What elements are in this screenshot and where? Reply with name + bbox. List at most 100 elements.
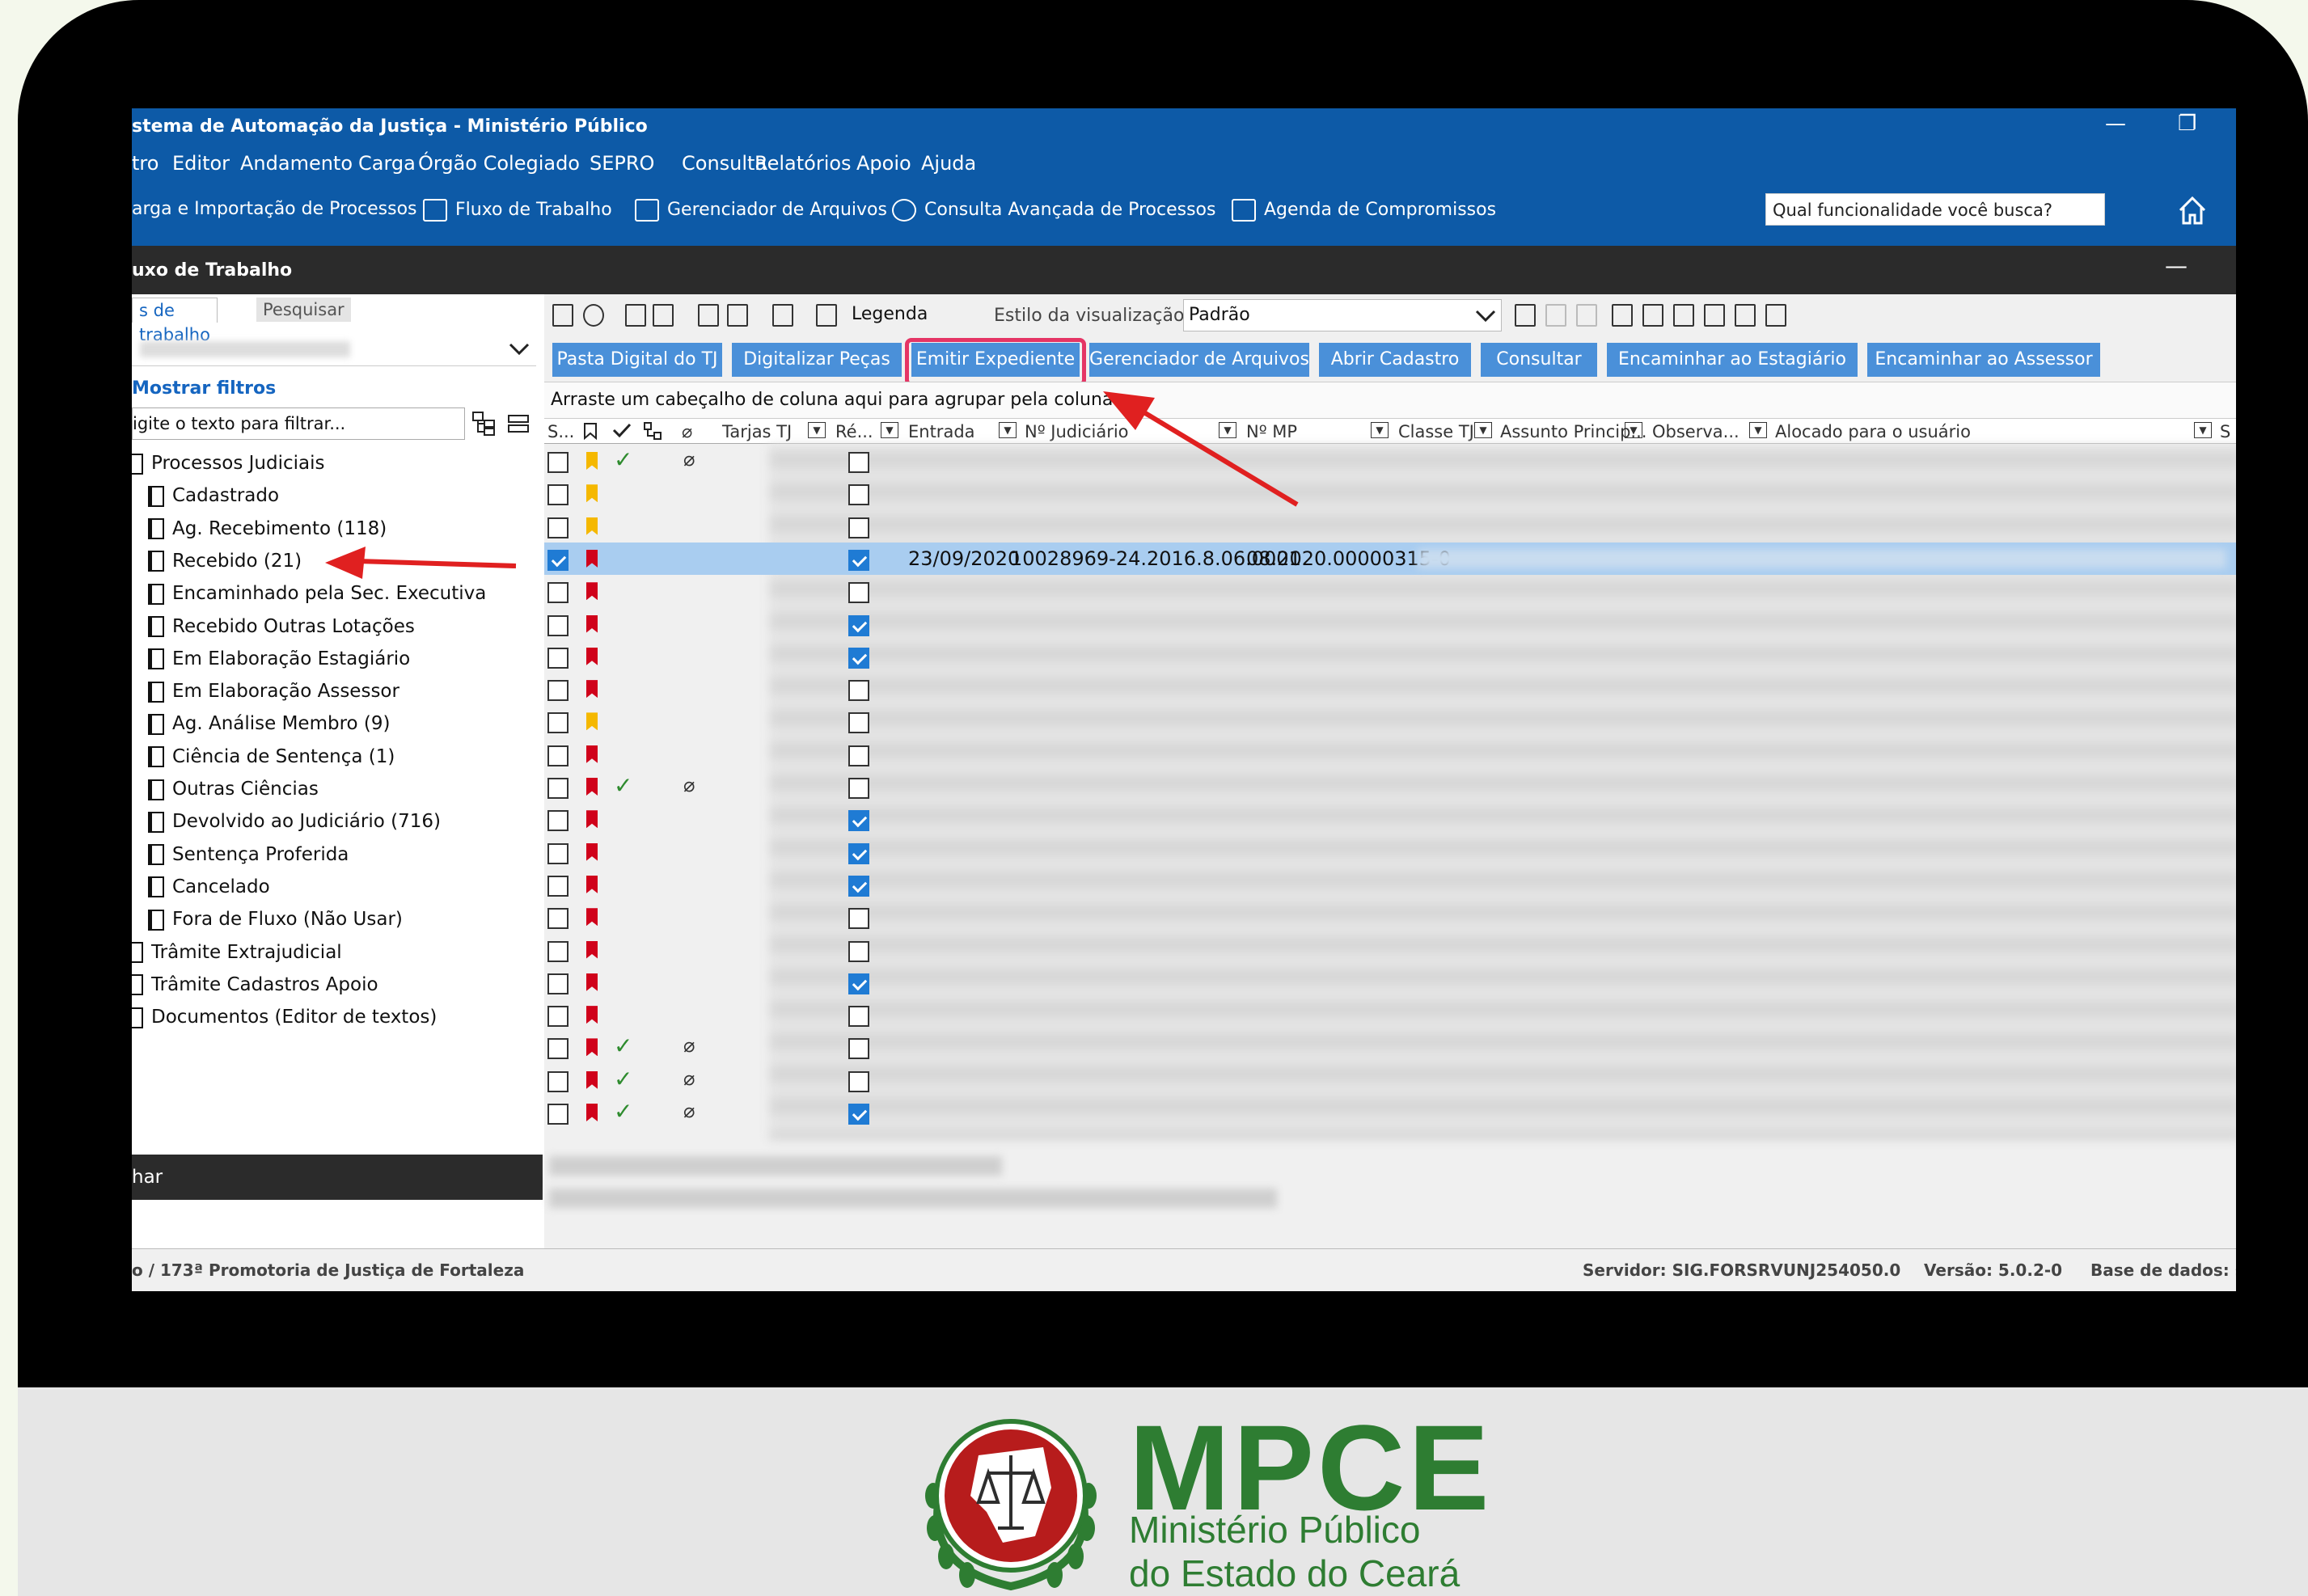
toolbar-import[interactable]: arga e Importação de Processos [132,199,417,219]
received-checkbox[interactable] [848,973,869,994]
table-row[interactable] [544,901,2236,933]
tree-column-icon[interactable] [643,421,662,441]
row-select-checkbox[interactable] [547,973,569,994]
received-checkbox[interactable] [848,614,869,636]
row-select-checkbox[interactable] [547,875,569,897]
received-checkbox[interactable] [848,549,869,571]
tree-item[interactable]: Recebido (21) [148,551,302,572]
col-re[interactable]: Ré... [835,422,873,441]
received-checkbox[interactable] [848,908,869,930]
tree-item[interactable]: Documentos (Editor de textos) [132,1007,437,1028]
table-row[interactable]: ✓ ⌀ [544,1096,2236,1129]
table-row[interactable]: ✓ ⌀ [544,771,2236,803]
row-select-checkbox[interactable] [547,712,569,734]
row-select-checkbox[interactable] [547,1006,569,1028]
legend-icon[interactable] [816,304,837,327]
menu-item-5[interactable]: SEPRO [590,152,654,175]
col-mp-dropdown[interactable]: ▼ [1371,422,1389,438]
save-view-icon[interactable] [1515,304,1536,327]
tree-item[interactable]: Em Elaboração Assessor [148,681,399,703]
view-style-select[interactable]: Padrão [1183,299,1502,331]
attachment-icon[interactable]: ⌀ [683,448,695,471]
row-select-checkbox[interactable] [547,484,569,506]
restore-button[interactable]: ❐ [2178,112,2196,136]
received-checkbox[interactable] [848,517,869,538]
col-tarjas-dropdown[interactable]: ▼ [808,422,826,438]
home-icon[interactable] [2178,194,2207,226]
row-select-checkbox[interactable] [547,452,569,473]
col-s2[interactable]: S [2220,422,2230,441]
col-re-dropdown[interactable]: ▼ [881,422,898,438]
table-row[interactable] [544,477,2236,509]
collapse-rows-icon[interactable] [1735,304,1756,327]
received-checkbox[interactable] [848,647,869,669]
forward-intern-button[interactable]: Encaminhar ao Estagiário [1607,343,1858,377]
received-checkbox[interactable] [848,778,869,799]
received-checkbox[interactable] [848,842,869,864]
table-row[interactable] [544,934,2236,966]
row-select-checkbox[interactable] [547,778,569,799]
digital-folder-button[interactable]: Pasta Digital do TJ [552,343,722,377]
table-row[interactable] [544,640,2236,673]
check-column-icon[interactable] [612,422,632,438]
row-select-checkbox[interactable] [547,517,569,538]
tree-item[interactable]: Trâmite Cadastros Apoio [132,974,378,996]
col-assunto-dropdown[interactable]: ▼ [1625,422,1642,438]
received-checkbox[interactable] [848,1104,869,1125]
tree-item[interactable]: Sentença Proferida [148,844,349,866]
table-row[interactable] [544,608,2236,640]
received-checkbox[interactable] [848,745,869,766]
tab-search[interactable]: Pesquisar [256,298,351,322]
table-row[interactable] [544,803,2236,835]
row-select-checkbox[interactable] [547,810,569,832]
expand-tree-icon[interactable] [471,411,497,437]
new-icon[interactable] [552,304,573,327]
export-icon[interactable] [772,304,793,327]
col-classe[interactable]: Classe TJ [1398,422,1474,441]
row-select-checkbox[interactable] [547,582,569,604]
attachment-icon[interactable]: ⌀ [683,1034,695,1057]
refresh-icon[interactable] [583,304,604,327]
table-row[interactable] [544,575,2236,607]
excel-icon[interactable] [1612,304,1633,327]
received-checkbox[interactable] [848,452,869,473]
attachment-icon[interactable]: ⌀ [683,1100,695,1122]
file-manager-button[interactable]: Gerenciador de Arquivos [1089,343,1309,377]
forward-advisor-button[interactable]: Encaminhar ao Assessor [1867,343,2100,377]
row-select-checkbox[interactable] [547,1038,569,1060]
table-row[interactable] [544,705,2236,737]
menu-item-9[interactable]: Ajuda [921,152,976,175]
tab-workflows[interactable]: s de trabalho [132,298,218,344]
feature-search-input[interactable]: Qual funcionalidade você busca? [1765,193,2105,226]
attachment-column-icon[interactable]: ⌀ [682,422,692,442]
row-select-checkbox[interactable] [547,614,569,636]
table-row[interactable] [544,510,2236,543]
attachment-icon[interactable]: ⌀ [683,1067,695,1090]
toolbar-calendar[interactable]: Agenda de Compromissos [1232,199,1496,222]
received-checkbox[interactable] [848,1006,869,1028]
attachment-icon[interactable]: ⌀ [683,774,695,796]
toolbar-advanced-search[interactable]: Consulta Avançada de Processos [892,199,1215,222]
row-select-checkbox[interactable] [547,1070,569,1092]
received-checkbox[interactable] [848,940,869,962]
collapse-tree-icon[interactable] [507,414,530,435]
print-icon[interactable] [1765,304,1786,327]
table-row[interactable] [544,868,2236,901]
tree-item[interactable]: Cancelado [148,876,270,898]
report-icon[interactable] [1642,304,1663,327]
table-row[interactable]: ✓ ⌀ [544,1064,2236,1096]
paste-icon[interactable] [698,304,719,327]
menu-item-4[interactable]: Órgão Colegiado [418,152,580,175]
col-tarjas[interactable]: Tarjas TJ [722,422,792,441]
received-checkbox[interactable] [848,680,869,702]
legend-label[interactable]: Legenda [852,304,928,324]
menu-item-7[interactable]: Relatórios [755,152,852,175]
row-select-checkbox[interactable] [547,940,569,962]
expand-rows-icon[interactable] [1704,304,1725,327]
row-select-checkbox[interactable] [547,680,569,702]
received-checkbox[interactable] [848,712,869,734]
menu-item-1[interactable]: Editor [172,152,230,175]
table-row[interactable]: 23/09/2020 10028969-24.2016.8.06.0001 08.2… [544,542,2236,575]
table-row[interactable] [544,999,2236,1031]
copy-icon[interactable] [625,304,646,327]
